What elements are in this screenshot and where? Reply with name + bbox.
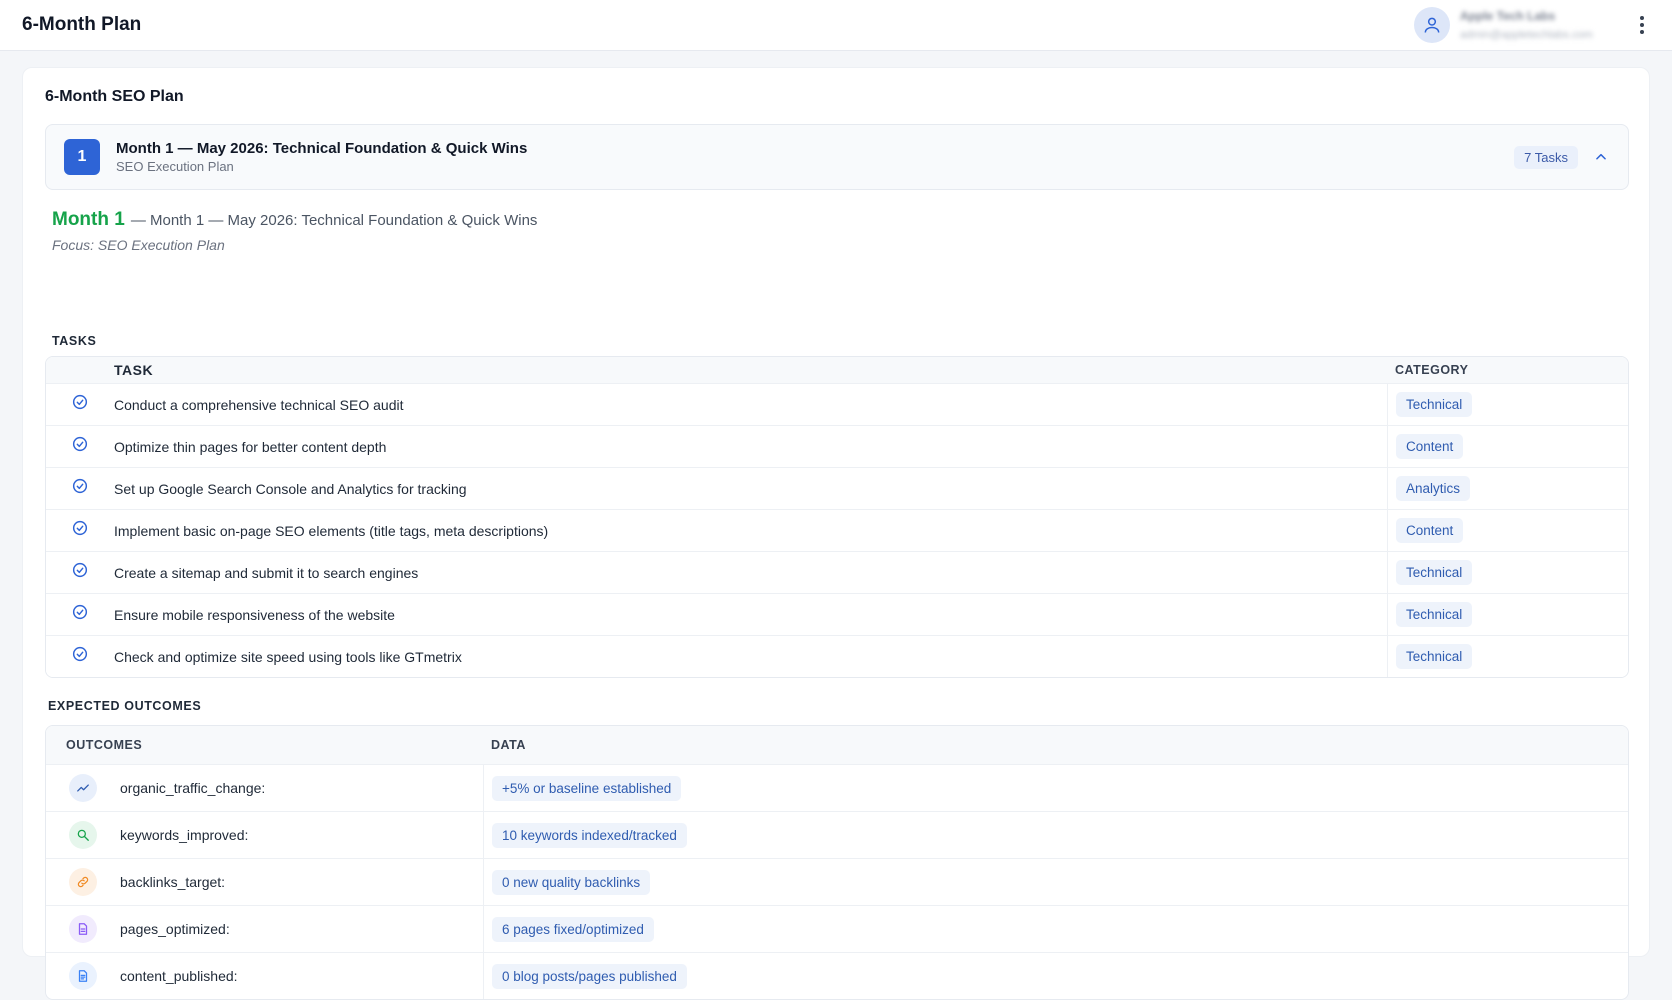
- trend-up-icon: [69, 774, 97, 802]
- column-header-outcomes: OUTCOMES: [66, 738, 143, 752]
- outcome-value-badge: 0 blog posts/pages published: [492, 963, 687, 989]
- task-text: Check and optimize site speed using tool…: [114, 648, 462, 665]
- table-row: organic_traffic_change: +5% or baseline e…: [46, 764, 1628, 811]
- outcomes-table: OUTCOMES DATA organic_traffic_change: +5%…: [45, 725, 1629, 1000]
- category-badge: Technical: [1396, 392, 1473, 417]
- plan-title: 6-Month SEO Plan: [45, 88, 184, 105]
- table-row[interactable]: Create a sitemap and submit it to search…: [46, 551, 1628, 593]
- month-label: Month 1: [52, 209, 125, 230]
- check-circle-icon: [72, 436, 88, 457]
- outcomes-section-label: EXPECTED OUTCOMES: [48, 699, 202, 713]
- category-badge: Content: [1396, 518, 1464, 543]
- month-accordion-header[interactable]: 1 Month 1 — May 2026: Technical Foundati…: [45, 124, 1629, 190]
- check-circle-icon: [72, 478, 88, 499]
- table-row[interactable]: Check and optimize site speed using tool…: [46, 635, 1628, 677]
- outcome-name: pages_optimized:: [120, 921, 230, 937]
- user-info[interactable]: Apple Tech Labs admin@appletechlabs.com: [1460, 9, 1600, 41]
- user-email: admin@appletechlabs.com: [1460, 29, 1593, 41]
- app-title: 6-Month Plan: [22, 14, 142, 35]
- table-row: backlinks_target: 0 new quality backlinks: [46, 858, 1628, 905]
- category-badge: Content: [1396, 434, 1464, 459]
- chevron-up-icon[interactable]: [1592, 148, 1610, 166]
- table-row[interactable]: Set up Google Search Console and Analyti…: [46, 467, 1628, 509]
- task-text: Conduct a comprehensive technical SEO au…: [114, 396, 404, 413]
- table-row[interactable]: Implement basic on-page SEO elements (ti…: [46, 509, 1628, 551]
- check-circle-icon: [72, 394, 88, 415]
- outcome-name: keywords_improved:: [120, 827, 249, 843]
- task-text: Implement basic on-page SEO elements (ti…: [114, 522, 549, 539]
- task-text: Set up Google Search Console and Analyti…: [114, 480, 467, 497]
- tasks-count-badge: 7 Tasks: [1514, 145, 1578, 169]
- month-focus: Focus: SEO Execution Plan: [52, 237, 225, 253]
- check-circle-icon: [72, 520, 88, 541]
- month-title: Month 1 — May 2026: Technical Foundation…: [116, 140, 528, 157]
- check-circle-icon: [72, 646, 88, 667]
- user-name: Apple Tech Labs: [1460, 9, 1556, 23]
- outcome-name: organic_traffic_change:: [120, 780, 266, 796]
- task-text: Optimize thin pages for better content d…: [114, 438, 387, 455]
- table-row[interactable]: Ensure mobile responsiveness of the webs…: [46, 593, 1628, 635]
- user-icon: [1424, 17, 1440, 33]
- avatar[interactable]: [1414, 7, 1450, 43]
- tasks-table: TASK CATEGORY Conduct a comprehensive te…: [45, 356, 1629, 678]
- task-text: Create a sitemap and submit it to search…: [114, 564, 419, 581]
- more-menu-icon[interactable]: [1634, 13, 1650, 37]
- search-icon: [69, 821, 97, 849]
- tasks-section-label: TASKS: [52, 334, 97, 348]
- file-text-icon: [69, 962, 97, 990]
- tasks-table-header: TASK CATEGORY: [46, 357, 1628, 383]
- table-row: keywords_improved: 10 keywords indexed/tr…: [46, 811, 1628, 858]
- table-row[interactable]: Optimize thin pages for better content d…: [46, 425, 1628, 467]
- outcome-value-badge: 6 pages fixed/optimized: [492, 916, 654, 942]
- column-header-task: TASK: [114, 362, 154, 378]
- check-circle-icon: [72, 562, 88, 583]
- table-row: pages_optimized: 6 pages fixed/optimized: [46, 905, 1628, 952]
- month-subtitle: SEO Execution Plan: [116, 159, 234, 174]
- table-row: content_published: 0 blog posts/pages pub…: [46, 952, 1628, 999]
- column-header-data: DATA: [491, 738, 526, 752]
- check-circle-icon: [72, 604, 88, 625]
- document-icon: [69, 915, 97, 943]
- top-bar: 6-Month Plan Apple Tech Labs admin@apple…: [0, 0, 1672, 51]
- outcome-name: backlinks_target:: [120, 874, 226, 890]
- link-icon: [69, 868, 97, 896]
- month-number-badge: 1: [64, 139, 100, 175]
- outcome-value-badge: 10 keywords indexed/tracked: [492, 822, 687, 848]
- category-badge: Analytics: [1396, 476, 1471, 501]
- category-badge: Technical: [1396, 560, 1473, 585]
- outcome-value-badge: +5% or baseline established: [492, 775, 682, 801]
- table-row[interactable]: Conduct a comprehensive technical SEO au…: [46, 383, 1628, 425]
- column-header-category: CATEGORY: [1395, 363, 1469, 377]
- month-detail-title: — Month 1 — May 2026: Technical Foundati…: [130, 212, 538, 229]
- category-badge: Technical: [1396, 644, 1473, 669]
- category-badge: Technical: [1396, 602, 1473, 627]
- task-text: Ensure mobile responsiveness of the webs…: [114, 606, 395, 623]
- plan-card: 6-Month SEO Plan 1 Month 1 — May 2026: T…: [22, 67, 1650, 1000]
- outcome-name: content_published:: [120, 968, 238, 984]
- outcomes-table-header: OUTCOMES DATA: [46, 726, 1628, 764]
- month-detail: Month 1 — Month 1 — May 2026: Technical …: [52, 209, 537, 253]
- outcome-value-badge: 0 new quality backlinks: [492, 869, 651, 895]
